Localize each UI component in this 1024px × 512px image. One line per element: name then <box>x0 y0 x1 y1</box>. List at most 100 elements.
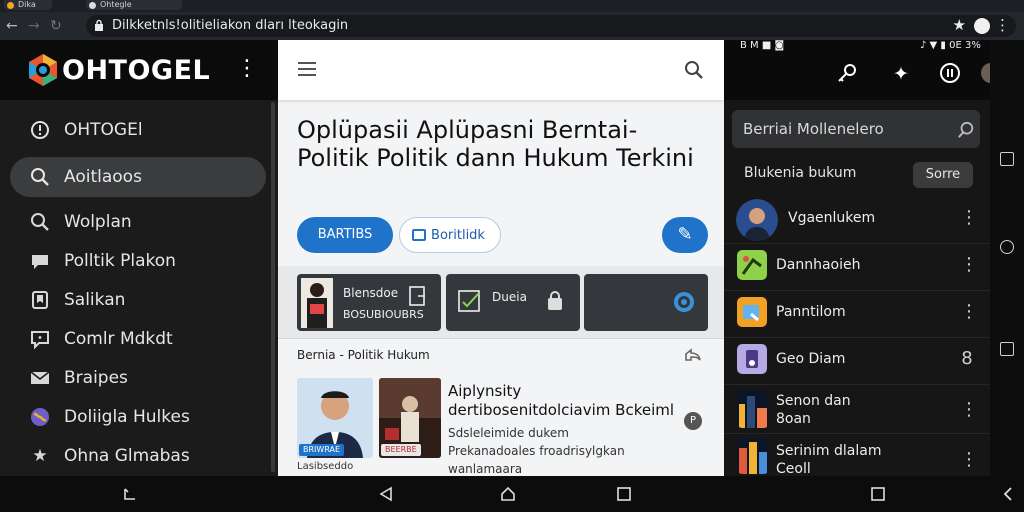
drawer-item-7[interactable]: Doliigla Hulkes <box>10 397 266 437</box>
category-chip-secondary[interactable]: Boritlidk <box>399 217 501 253</box>
bookmark-star-icon[interactable]: ★ <box>953 16 966 34</box>
rotate-icon[interactable] <box>122 486 138 505</box>
article-subtitle: Prekanadoales froadrisylgkan <box>448 444 625 458</box>
more-vert-icon[interactable]: ⋮ <box>960 208 978 228</box>
address-bar[interactable]: Dilkketnls!olitieliakon dları lteokagin … <box>86 15 1016 37</box>
more-vert-icon[interactable]: ⋮ <box>960 400 978 420</box>
message-row[interactable]: Panntilom ⋮ <box>724 292 990 338</box>
search-icon[interactable] <box>684 60 704 80</box>
browser-toolbar: ← → ↻ Dilkketnls!olitieliakon dları lteo… <box>0 12 1024 40</box>
square-icon[interactable] <box>1000 342 1014 356</box>
system-nav-bar <box>0 476 1024 512</box>
pause-icon[interactable] <box>938 62 962 86</box>
contact-avatar <box>737 297 767 327</box>
contact-name: Serinim dlalam Ceoll <box>776 443 882 477</box>
home-icon[interactable] <box>500 486 516 505</box>
drawer-item-label: Salikan <box>64 290 126 310</box>
back-triangle-icon[interactable] <box>378 486 394 505</box>
url-text: Dilkketnls!olitieliakon dları lteokagin <box>112 18 349 33</box>
drawer-item-home[interactable]: OHTOGEl <box>10 110 266 150</box>
search-placeholder: Berriai Mollenelero <box>743 120 884 138</box>
article-headline[interactable]: Aiplynsity dertibosenitdolciavim Bckeiml <box>448 382 688 420</box>
drawer-scrollbar[interactable] <box>271 102 275 472</box>
message-row[interactable]: Serinim dlalam Ceoll ⋮ <box>724 436 990 477</box>
info-badge-icon[interactable]: P <box>684 412 702 430</box>
drawer-item-label: Braipes <box>64 368 128 388</box>
drawer-item-active[interactable]: Aoitlaoos <box>10 157 266 197</box>
contact-avatar <box>737 390 769 428</box>
drawer-item-label: Comlr Mdkdt <box>64 329 173 349</box>
article-thumbnail[interactable]: BRIWRAE <box>297 378 373 458</box>
person-thumbnail-icon <box>301 278 333 328</box>
comment-icon <box>30 329 50 350</box>
contact-avatar <box>737 344 767 374</box>
message-row[interactable]: Senon dan 8oan ⋮ <box>724 386 990 434</box>
overview-icon[interactable] <box>870 486 886 505</box>
search-icon[interactable] <box>957 121 975 139</box>
panel-action-button[interactable]: Sorre <box>913 162 973 188</box>
feature-tile[interactable]: Blensdoe BOSUBIOUBRS <box>297 274 441 331</box>
brand-header: OHTOGEL ⋮ <box>0 40 278 100</box>
reload-icon[interactable]: ↻ <box>50 17 72 39</box>
drawer-item-8[interactable]: ★ Ohna Glmabas <box>10 436 266 476</box>
status-bar-left: B M ■ ◙ <box>740 40 785 51</box>
article-app-bar <box>278 40 724 100</box>
more-vert-icon[interactable]: ⋮ <box>236 56 258 82</box>
message-row[interactable]: Vgaenlukem ⋮ <box>724 198 990 244</box>
chip-label: Boritlidk <box>431 228 485 243</box>
more-vert-icon[interactable]: ⋮ <box>960 450 978 470</box>
contact-avatar <box>737 438 769 474</box>
lock-outline-icon <box>548 291 562 310</box>
drawer-item-2[interactable]: Wolplan <box>10 202 266 242</box>
avatar[interactable] <box>980 62 990 86</box>
article-thumbnail[interactable]: BEERBE <box>379 378 441 458</box>
message-row[interactable]: Geo Diam 8 <box>724 339 990 385</box>
category-chip-primary[interactable]: BARTIBS <box>297 217 393 253</box>
panel-search-input[interactable]: Berriai Mollenelero <box>732 110 980 148</box>
message-row[interactable]: Dannhaoieh ⋮ <box>724 245 990 291</box>
status-bar-right: ♪ ▼ ▮ 0E 3% <box>920 40 981 51</box>
tab-label: Ohtegle <box>100 0 132 9</box>
profile-icon[interactable] <box>974 18 990 34</box>
share-icon[interactable] <box>684 346 702 362</box>
tile-title: Dueia <box>492 290 527 304</box>
more-vert-icon[interactable]: ⋮ <box>960 255 978 275</box>
drawer-item-5[interactable]: Comlr Mdkdt <box>10 319 266 359</box>
favicon-icon <box>7 2 14 9</box>
brand-name: OHTOGEL <box>62 55 211 86</box>
back-icon[interactable]: ← <box>6 17 18 35</box>
key-icon[interactable] <box>835 62 859 86</box>
feature-tile-strip: Blensdoe BOSUBIOUBRS Dueia <box>278 266 724 338</box>
recent-apps-icon[interactable] <box>1000 152 1014 166</box>
drawer-item-4[interactable]: Salikan <box>10 280 266 320</box>
globe-icon <box>30 407 50 427</box>
back-chevron-icon[interactable] <box>1000 486 1016 505</box>
browser-tab-2[interactable]: Ohtegle <box>86 0 182 10</box>
pin-icon[interactable]: ✦ <box>889 62 913 86</box>
feature-tile[interactable] <box>584 274 708 331</box>
drawer-item-3[interactable]: Polltik Plakon <box>10 241 266 281</box>
article-subtitle: wanlamaara <box>448 462 523 476</box>
more-vert-icon[interactable]: ⋮ <box>995 16 1010 34</box>
more-vert-icon[interactable]: ⋮ <box>960 302 978 322</box>
thumbnail-caption: Lasibseddo <box>297 461 354 472</box>
menu-icon[interactable] <box>298 58 318 78</box>
favicon-icon <box>89 2 96 9</box>
drawer-item-label: OHTOGEl <box>64 120 143 140</box>
home-circle-icon[interactable] <box>1000 240 1014 254</box>
doc-icon <box>409 286 425 306</box>
info-icon <box>30 120 50 140</box>
bookmark-icon <box>30 290 50 310</box>
pin-button[interactable]: ✎ <box>662 217 708 253</box>
tab-label: Dika <box>18 0 36 9</box>
drawer-item-6[interactable]: Braipes <box>10 358 266 398</box>
feature-tile[interactable]: Dueia <box>446 274 580 331</box>
contact-avatar <box>737 250 767 280</box>
browser-tab-1[interactable]: Dika <box>4 0 52 10</box>
link-icon[interactable]: 8 <box>960 349 974 369</box>
forward-icon[interactable]: → <box>28 17 40 35</box>
folder-icon <box>412 229 426 241</box>
overview-icon[interactable] <box>616 486 632 505</box>
drawer-item-label: Polltik Plakon <box>64 251 176 271</box>
contact-name: Panntilom <box>776 304 846 320</box>
